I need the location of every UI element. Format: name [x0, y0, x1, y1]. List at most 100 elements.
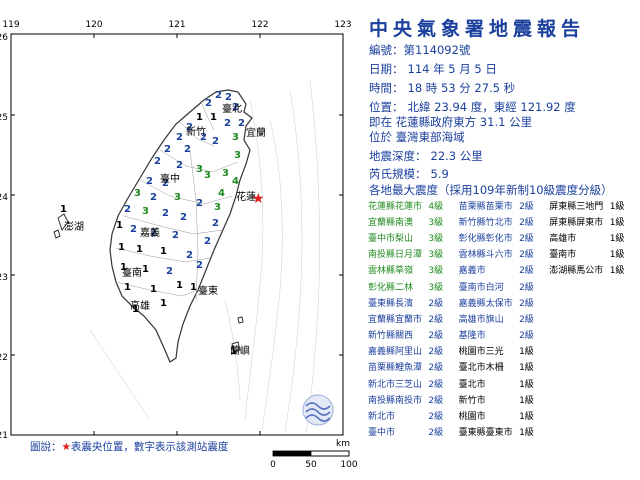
station-level	[610, 343, 640, 359]
station-row: 雲林縣草嶺 3級 嘉義市 2級 澎湖縣馬公市 1級	[368, 262, 640, 278]
report-magnitude-row: 芮氏規模： 5.9	[369, 166, 449, 182]
station-marker: 2	[146, 176, 153, 187]
station-name: 高雄市	[549, 233, 577, 244]
lat-label-25: 25	[0, 113, 8, 123]
station-marker: 2	[212, 218, 219, 229]
station-marker: 1	[210, 112, 217, 123]
station-marker: 3	[234, 150, 241, 161]
station-level: 2級	[428, 428, 444, 439]
epicenter-star-icon: ★	[252, 191, 265, 207]
place-label-chiayi: 嘉義	[140, 226, 160, 239]
station-marker: 2	[154, 156, 161, 167]
station-level: 2級	[519, 201, 534, 212]
station-level: 3級	[428, 282, 444, 293]
station-row: 臺東縣長濱 2級 嘉義縣太保市 2級	[368, 294, 640, 310]
station-level: 3級	[428, 217, 444, 228]
report-panel: 中央氣象署地震報告 編號：第114092號 日期： 114 年 5 月 5 日 時…	[363, 0, 640, 480]
lat-label-24: 24	[0, 193, 8, 203]
station-name	[549, 278, 609, 294]
station-name: 臺東縣長濱	[368, 298, 414, 309]
station-row: 新北市三芝山 2級 臺北市 1級	[368, 375, 640, 391]
lon-label-122: 122	[251, 20, 268, 30]
station-name	[549, 375, 609, 391]
magnitude-label: 芮氏規模：	[369, 167, 427, 181]
station-marker: 3	[204, 170, 211, 181]
station-marker: 3	[134, 188, 141, 199]
station-name: 桃園市	[458, 412, 486, 423]
station-marker: 1	[160, 298, 167, 309]
station-level: 3級	[428, 233, 444, 244]
station-marker: 3	[196, 164, 203, 175]
station-row: 宜蘭縣南澳 3級 新竹縣竹北市 2級 屏東縣屏東市 1級	[368, 213, 640, 229]
station-row: 新竹縣關西 2級 基隆市 2級	[368, 327, 640, 343]
depth-label: 地震深度：	[369, 149, 427, 163]
station-row: 彰化縣二林 3級 臺南市白河 2級	[368, 278, 640, 294]
station-level: 2級	[428, 298, 444, 309]
intensity-table-heading: 各地最大震度（採用109年新制10級震度分級）	[369, 183, 613, 197]
station-name	[549, 294, 609, 310]
cwa-logo	[302, 394, 334, 426]
location-label: 位置：	[369, 100, 404, 114]
station-row: 新北市 2級 桃園市 1級	[368, 407, 640, 423]
station-name	[549, 391, 609, 407]
station-name: 桃園市三光	[458, 347, 504, 358]
station-name: 澎湖縣馬公市	[549, 266, 604, 277]
station-row: 臺中市梨山 3級 彰化縣彰化市 2級 高雄市 1級	[368, 229, 640, 245]
station-name: 屏東縣三地門	[549, 201, 604, 212]
lon-label-123: 123	[334, 20, 351, 30]
station-name: 臺東縣臺東市	[458, 428, 513, 439]
station-marker: 2	[130, 224, 137, 235]
station-marker: 2	[184, 144, 191, 155]
place-label-kaohsiung: 高雄	[130, 299, 150, 312]
station-name: 新竹市	[458, 395, 486, 406]
station-marker: 2	[164, 144, 171, 155]
lon-label-120: 120	[85, 20, 102, 30]
station-level	[610, 278, 640, 294]
station-marker: 3	[222, 168, 229, 179]
station-level: 3級	[428, 250, 444, 261]
report-magnitude: 5.9	[430, 167, 449, 181]
lon-label-121: 121	[168, 20, 185, 30]
station-marker: 3	[232, 132, 239, 143]
station-marker: 1	[196, 112, 203, 123]
station-name: 苗栗縣鯉魚潭	[368, 363, 423, 374]
station-name	[549, 359, 609, 375]
station-marker: 2	[124, 204, 131, 215]
station-name: 宜蘭縣宜蘭市	[368, 314, 423, 325]
station-name: 嘉義縣太保市	[458, 298, 513, 309]
station-name: 南投縣日月潭	[368, 250, 423, 261]
station-row: 嘉義縣阿里山 2級 桃園市三光 1級	[368, 343, 640, 359]
legend-prefix: 圖說：	[30, 441, 62, 453]
station-marker: 4	[232, 176, 239, 187]
station-marker: 2	[162, 208, 169, 219]
station-marker: 3	[214, 202, 221, 213]
station-level: 4級	[428, 201, 444, 212]
lon-label-119: 119	[2, 20, 19, 30]
station-marker: 1	[150, 284, 157, 295]
report-title: 中央氣象署地震報告	[369, 18, 586, 40]
station-row: 宜蘭縣宜蘭市 2級 高雄市旗山 2級	[368, 310, 640, 326]
scale-bar: km 0 50 100	[270, 439, 358, 470]
station-level: 2級	[519, 266, 534, 277]
station-marker: 1	[118, 242, 125, 253]
station-level: 2級	[428, 395, 444, 406]
station-level: 2級	[428, 379, 444, 390]
station-name: 新北市	[368, 412, 396, 423]
station-name: 苗栗縣苗栗市	[458, 201, 513, 212]
station-level: 1級	[609, 201, 625, 212]
station-name: 雲林縣斗六市	[458, 250, 513, 261]
station-name: 新竹縣關西	[368, 331, 414, 342]
station-marker: 1	[124, 282, 131, 293]
station-level: 1級	[519, 412, 534, 423]
station-marker: 2	[224, 118, 231, 129]
report-time: 18 時 53 分 27.5 秒	[407, 81, 516, 95]
scale-label-100: 100	[340, 460, 357, 470]
scale-unit: km	[336, 439, 350, 449]
scale-label-50: 50	[305, 460, 317, 470]
report-number: 第114092號	[403, 43, 471, 57]
place-label-yilan: 宜蘭	[246, 126, 266, 139]
station-marker: 1	[176, 280, 183, 291]
station-marker: 2	[176, 132, 183, 143]
date-label: 日期：	[369, 62, 404, 76]
station-marker: 1	[116, 220, 123, 231]
